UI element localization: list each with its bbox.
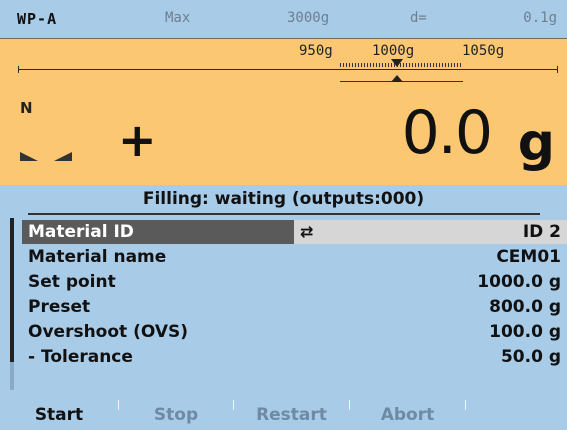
param-label: Set point: [28, 272, 116, 292]
scale-model: WP-A: [17, 10, 58, 28]
param-value: 800.0 g: [489, 297, 561, 317]
setpoint-marker-up-icon: [391, 75, 403, 82]
filling-status: Filling: waiting (outputs:000): [142, 189, 425, 209]
param-value: CEM01: [496, 247, 561, 267]
param-label: - Tolerance: [28, 347, 133, 367]
bargraph-scale: [18, 69, 558, 70]
empty-softkey[interactable]: [466, 400, 567, 427]
list-scrollbar-gap: [10, 362, 14, 390]
restart-softkey[interactable]: Restart: [234, 400, 349, 427]
weight-display: 950g 1000g 1050g N + 0.0 g: [0, 38, 567, 185]
param-label: Material name: [28, 247, 167, 267]
weight-sign: +: [118, 113, 157, 167]
info-bar: WP-A Max 3000g d= 0.1g: [0, 0, 567, 38]
softkey-bar: Start Stop Restart Abort: [0, 400, 567, 427]
weight-value: 0.0: [401, 98, 493, 168]
stability-left-icon: [20, 152, 38, 161]
max-label: Max: [165, 10, 191, 26]
param-value: 1000.0 g: [477, 272, 561, 292]
status-divider: [28, 213, 540, 215]
abort-softkey[interactable]: Abort: [350, 400, 465, 427]
param-label: Preset: [28, 297, 91, 317]
param-row-overshoot[interactable]: Overshoot (OVS) 100.0 g: [22, 320, 567, 344]
bargraph-end: [557, 66, 558, 73]
param-row-material-name[interactable]: Material name CEM01: [22, 245, 567, 269]
param-row-tolerance[interactable]: - Tolerance 50.0 g: [22, 345, 567, 369]
readability-label: d=: [410, 10, 427, 26]
stability-right-icon: [54, 152, 72, 161]
tolerance-high-tick: 1050g: [462, 43, 505, 59]
setpoint-marker-down-icon: [391, 59, 403, 67]
param-row-set-point[interactable]: Set point 1000.0 g: [22, 270, 567, 294]
tolerance-low-tick: 950g: [299, 43, 333, 59]
param-value: 100.0 g: [489, 322, 561, 342]
stop-softkey[interactable]: Stop: [119, 400, 233, 427]
bargraph-start: [18, 66, 19, 73]
param-value: 50.0 g: [500, 347, 561, 367]
start-softkey[interactable]: Start: [0, 400, 118, 427]
param-row-preset[interactable]: Preset 800.0 g: [22, 295, 567, 319]
swap-arrows-icon: ⇄: [300, 222, 314, 241]
param-value: ID 2: [522, 222, 561, 242]
param-label: Material ID: [28, 222, 134, 242]
param-label: Overshoot (OVS): [28, 322, 189, 342]
max-capacity: 3000g: [287, 10, 330, 26]
setpoint-tick: 1000g: [372, 43, 415, 59]
net-indicator: N: [20, 99, 33, 117]
param-row-material-id[interactable]: Material ID ⇄ ID 2: [22, 220, 567, 244]
readability-value: 0.1g: [523, 10, 557, 26]
weight-unit: g: [517, 113, 555, 173]
